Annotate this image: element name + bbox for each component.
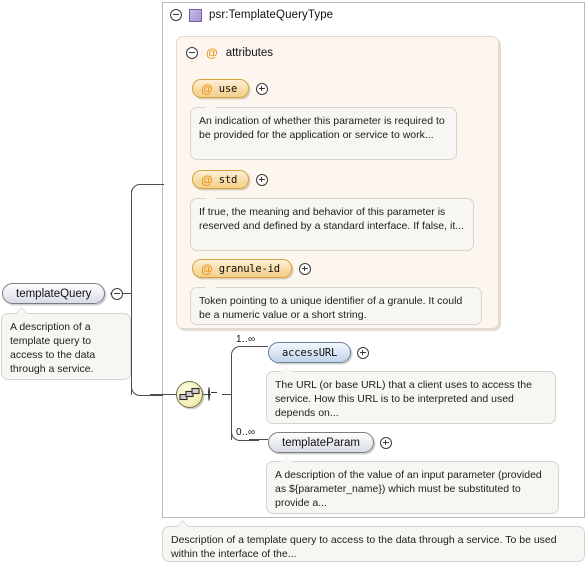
occurrence-label-templateParam: 0..∞ — [236, 427, 256, 438]
attributes-group-header: @ attributes — [186, 45, 273, 61]
plus-circle-icon[interactable] — [256, 173, 269, 186]
element-name: templateParam — [282, 436, 360, 449]
attribute-pill-std[interactable]: @ std — [192, 170, 250, 189]
plus-circle-icon[interactable] — [357, 346, 370, 359]
at-sign-icon: @ — [201, 261, 213, 276]
annotation-bubble-templateQuery: A description of a template query to acc… — [1, 313, 131, 380]
at-sign-icon: @ — [201, 172, 213, 187]
element-row-templateParam: templateParam — [268, 432, 392, 453]
minus-circle-icon[interactable] — [170, 9, 182, 21]
at-sign-icon: @ — [206, 46, 218, 60]
attribute-pill-granule-id[interactable]: @ granule-id — [192, 259, 292, 278]
annotation-bubble-use: An indication of whether this parameter … — [190, 107, 457, 160]
plus-circle-icon[interactable] — [379, 436, 392, 449]
plus-circle-icon[interactable] — [256, 82, 269, 95]
annotation-bubble-std: If true, the meaning and behavior of thi… — [190, 198, 474, 251]
attributes-group-label: attributes — [225, 47, 274, 59]
attribute-row-std: @ std — [192, 170, 269, 189]
annotation-text: A description of a template query to acc… — [10, 321, 96, 375]
attribute-pill-use[interactable]: @ use — [192, 79, 250, 98]
annotation-text: The URL (or base URL) that a client uses… — [275, 379, 532, 419]
minus-circle-icon[interactable] — [186, 47, 198, 59]
minus-circle-icon[interactable] — [111, 287, 124, 300]
connector-to-templateparam — [249, 439, 268, 440]
occurrence-label-accessURL: 1..∞ — [236, 334, 256, 345]
schema-diagram: psr:TemplateQueryType @ attributes @ use… — [0, 0, 587, 564]
annotation-bubble-granule-id: Token pointing to a unique identifier of… — [190, 287, 482, 325]
connector-to-accessurl — [249, 346, 268, 347]
element-pill-templateQuery[interactable]: templateQuery — [2, 283, 106, 304]
plus-circle-icon[interactable] — [298, 262, 311, 275]
connector-seq-stub-b — [222, 394, 231, 395]
annotation-bubble-accessURL: The URL (or base URL) that a client uses… — [266, 371, 556, 424]
annotation-text: Token pointing to a unique identifier of… — [199, 295, 463, 321]
connector-elbow-accessurl — [231, 346, 259, 360]
annotation-text: A description of the value of an input p… — [275, 469, 542, 509]
connector-elbow-up — [131, 184, 163, 198]
connector-to-sequence — [150, 394, 177, 395]
type-documentation-text: Description of a template query to acces… — [171, 534, 557, 560]
annotation-bubble-templateParam: A description of the value of an input p… — [266, 461, 559, 514]
annotation-text: If true, the meaning and behavior of thi… — [199, 206, 464, 232]
attribute-row-use: @ use — [192, 79, 269, 98]
element-row-templateQuery: templateQuery — [2, 283, 124, 304]
minus-circle-icon[interactable] — [208, 387, 210, 401]
attribute-name: granule-id — [218, 262, 280, 275]
annotation-text: An indication of whether this parameter … — [199, 115, 445, 141]
element-name: accessURL — [282, 346, 338, 359]
at-sign-icon: @ — [201, 81, 213, 96]
type-documentation-bubble: Description of a template query to acces… — [162, 526, 585, 562]
connector-branch-trunk — [131, 190, 132, 395]
attribute-row-granule-id: @ granule-id — [192, 259, 311, 278]
element-name: templateQuery — [16, 287, 92, 300]
sequence-glyph-icon — [179, 387, 200, 401]
connector-to-type-box — [150, 184, 164, 185]
complex-type-header: psr:TemplateQueryType — [170, 6, 333, 24]
attribute-name: std — [218, 173, 238, 186]
attribute-name: use — [218, 82, 238, 95]
complex-type-title: psr:TemplateQueryType — [209, 9, 334, 21]
complex-type-swatch-icon — [189, 8, 202, 22]
element-pill-templateParam[interactable]: templateParam — [268, 432, 374, 453]
sequence-compositor-icon[interactable] — [176, 381, 203, 408]
element-pill-accessURL[interactable]: accessURL — [268, 342, 352, 363]
element-row-accessURL: accessURL — [268, 342, 370, 363]
